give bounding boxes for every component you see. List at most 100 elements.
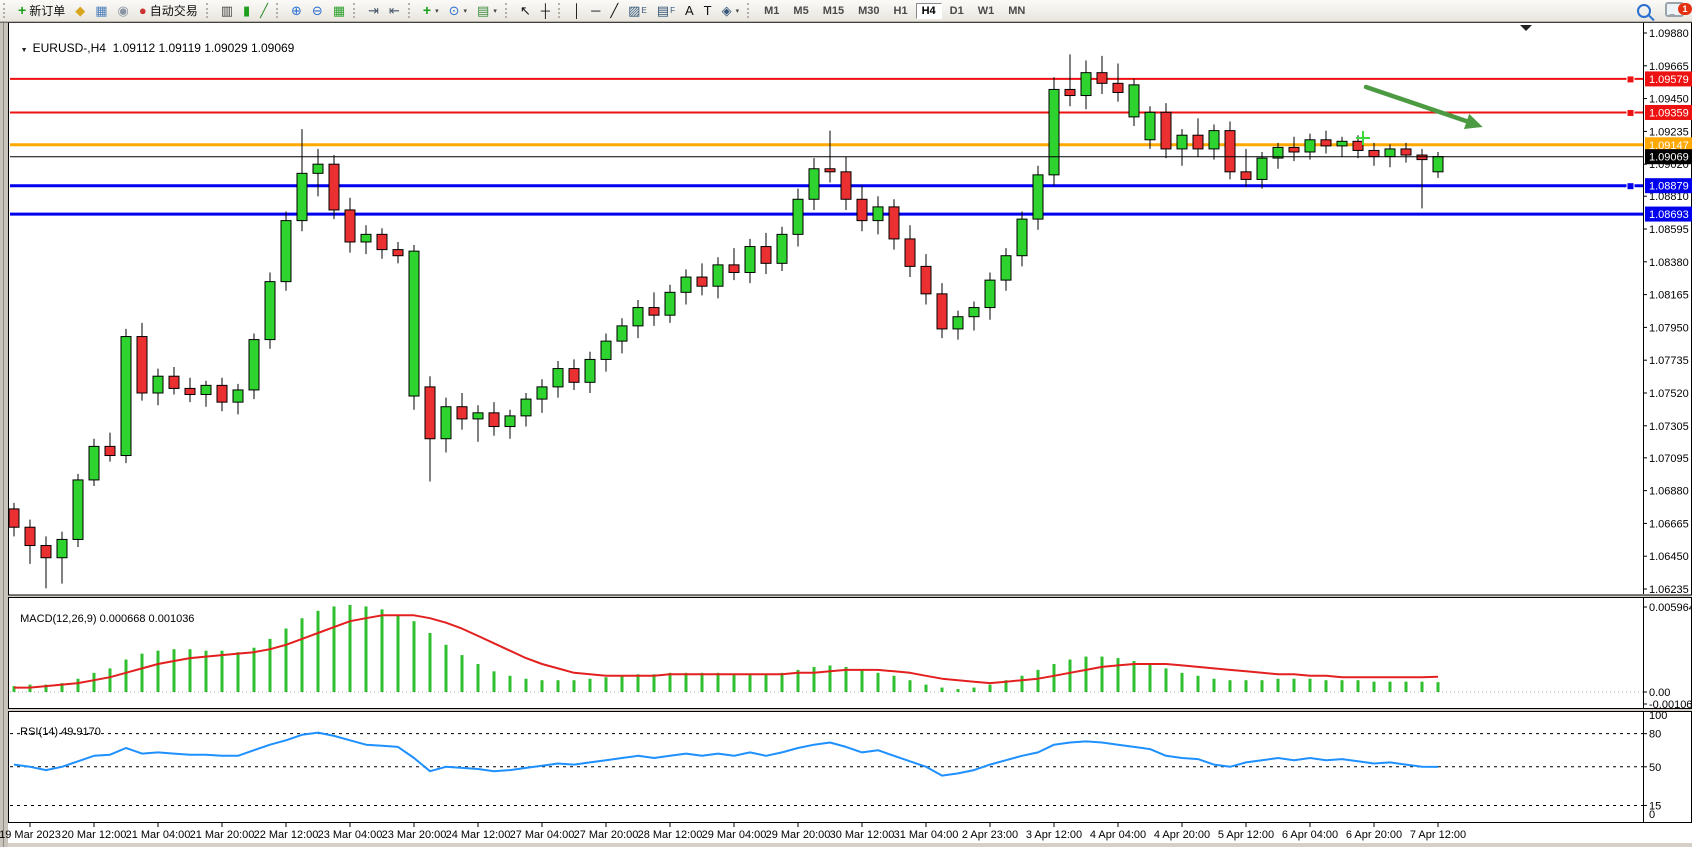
chart-shift-button[interactable]: ⇤	[384, 0, 405, 21]
line-endpoint-marker	[1627, 109, 1634, 116]
macd-bar	[317, 611, 320, 692]
horizontal-line-button[interactable]: ─	[586, 0, 605, 21]
macd-bar	[861, 670, 864, 692]
equidistant-channel-button[interactable]: ▨E	[623, 0, 652, 21]
candle-body	[329, 164, 339, 210]
candle-body	[185, 388, 195, 394]
macd-bar	[621, 676, 624, 692]
candlestick-chart-icon: ▮	[243, 4, 250, 17]
price-tick-label: 1.09235	[1649, 126, 1689, 138]
rsi-axis-label: 100	[1649, 710, 1667, 722]
macd-bar	[285, 629, 288, 692]
timeframe-m30-button[interactable]: M30	[852, 3, 885, 19]
fibonacci-button[interactable]: ▤F	[652, 0, 680, 21]
crosshair-button[interactable]: ┼	[536, 0, 555, 21]
candle-body	[1353, 141, 1363, 150]
timeframe-m1-button[interactable]: M1	[758, 3, 785, 19]
candle-body	[1289, 147, 1299, 152]
search-icon[interactable]	[1637, 4, 1651, 18]
arrows-button[interactable]: ◈▾	[717, 0, 745, 21]
candle-body	[1433, 157, 1443, 172]
candle-body	[25, 527, 35, 545]
trendline-icon: ╱	[610, 4, 618, 17]
price-tick-label: 1.07735	[1649, 355, 1689, 367]
trendline-button[interactable]: ╱	[605, 0, 623, 21]
time-tick-label: 29 Mar 04:00	[702, 829, 767, 841]
candle-body	[1209, 131, 1219, 149]
notifications-button[interactable]: 1	[1665, 2, 1684, 20]
candle-body	[1081, 73, 1091, 96]
timeframe-h4-button[interactable]: H4	[916, 3, 942, 19]
new-chart-dropdown-icon[interactable]: ▾	[435, 7, 439, 15]
periods-button[interactable]: ⊙▾	[444, 0, 472, 21]
candle-body	[1401, 149, 1411, 155]
new-order-button[interactable]: +新订单	[13, 0, 70, 21]
window-left-border-line	[3, 21, 4, 847]
auto-scroll-button[interactable]: ⇥	[363, 0, 384, 21]
time-tick-label: 6 Apr 20:00	[1346, 829, 1402, 841]
macd-bar	[1149, 664, 1152, 692]
price-tag-1.08693: 1.08693	[1645, 207, 1692, 222]
timeframe-mn-button[interactable]: MN	[1002, 3, 1031, 19]
candle-body	[793, 199, 803, 234]
cursor-button[interactable]: ↖	[515, 0, 536, 21]
text-label-button[interactable]: T	[699, 0, 717, 21]
toolbar-grip	[747, 3, 753, 18]
periods-dropdown-icon[interactable]: ▾	[464, 7, 468, 15]
timeframe-h1-button[interactable]: H1	[888, 3, 914, 19]
macd-bar	[781, 673, 784, 692]
candle-body	[1145, 112, 1155, 139]
text-button[interactable]: A	[680, 0, 699, 21]
vertical-line-button[interactable]: │	[568, 0, 586, 21]
candle-body	[1161, 112, 1171, 149]
candle-body	[1417, 155, 1427, 160]
timeframe-d1-button[interactable]: D1	[944, 3, 970, 19]
autotrading-icon: ●	[139, 4, 147, 17]
macd-bar	[909, 680, 912, 692]
price-tag-text: 1.08693	[1649, 209, 1689, 221]
candle-body	[857, 199, 867, 220]
toolbar-grip	[558, 3, 564, 18]
macd-bar	[1117, 658, 1120, 692]
time-tick-label: 30 Mar 12:00	[830, 829, 895, 841]
signals-button[interactable]: ◉	[113, 0, 134, 21]
timeframe-m5-button[interactable]: M5	[787, 3, 814, 19]
candle-body	[41, 546, 51, 558]
arrows-dropdown-icon[interactable]: ▾	[736, 7, 740, 15]
zoom-in-button[interactable]: ⊕	[286, 0, 307, 21]
fibonacci-sub-letter: F	[670, 6, 675, 15]
templates-dropdown-icon[interactable]: ▾	[493, 7, 497, 15]
market-watch-button[interactable]: ▦	[90, 0, 112, 21]
templates-button[interactable]: ▤▾	[472, 0, 502, 21]
candle-body	[1049, 89, 1059, 174]
candle-body	[985, 280, 995, 307]
candle-body	[1129, 85, 1139, 117]
macd-axis-label: 0.00	[1649, 687, 1670, 699]
new-chart-icon: +	[423, 4, 431, 17]
symbols-button[interactable]: ◆	[70, 0, 90, 21]
candle-body	[1017, 219, 1027, 256]
zoom-out-button[interactable]: ⊖	[307, 0, 328, 21]
price-tag-1.09579: 1.09579	[1645, 71, 1692, 86]
bar-chart-button[interactable]: ▥	[216, 0, 238, 21]
time-tick-label: 4 Apr 04:00	[1090, 829, 1146, 841]
candlestick-chart-button[interactable]: ▮	[238, 0, 255, 21]
macd-bar	[301, 618, 304, 692]
line-chart-button[interactable]: ╱	[255, 0, 273, 21]
chart-canvas[interactable]: 1.098801.096651.094501.092351.090201.088…	[0, 0, 1692, 847]
candle-body	[1337, 141, 1347, 146]
time-tick-label: 24 Mar 12:00	[446, 829, 511, 841]
time-tick-label: 20 Mar 12:00	[62, 829, 127, 841]
macd-values: 0.000668 0.001036	[100, 613, 195, 625]
new-chart-button[interactable]: +▾	[418, 0, 444, 21]
macd-bar	[77, 679, 80, 692]
timeframe-m15-button[interactable]: M15	[817, 3, 850, 19]
timeframe-w1-button[interactable]: W1	[972, 3, 1001, 19]
chart-title-dropdown-icon[interactable]: ▼	[21, 47, 28, 54]
tile-windows-button[interactable]: ▦	[328, 0, 350, 21]
candle-body	[905, 239, 915, 266]
candle-body	[217, 385, 227, 402]
macd-bar	[557, 680, 560, 692]
macd-bar	[813, 667, 816, 692]
autotrading-button[interactable]: ●自动交易	[134, 0, 203, 21]
